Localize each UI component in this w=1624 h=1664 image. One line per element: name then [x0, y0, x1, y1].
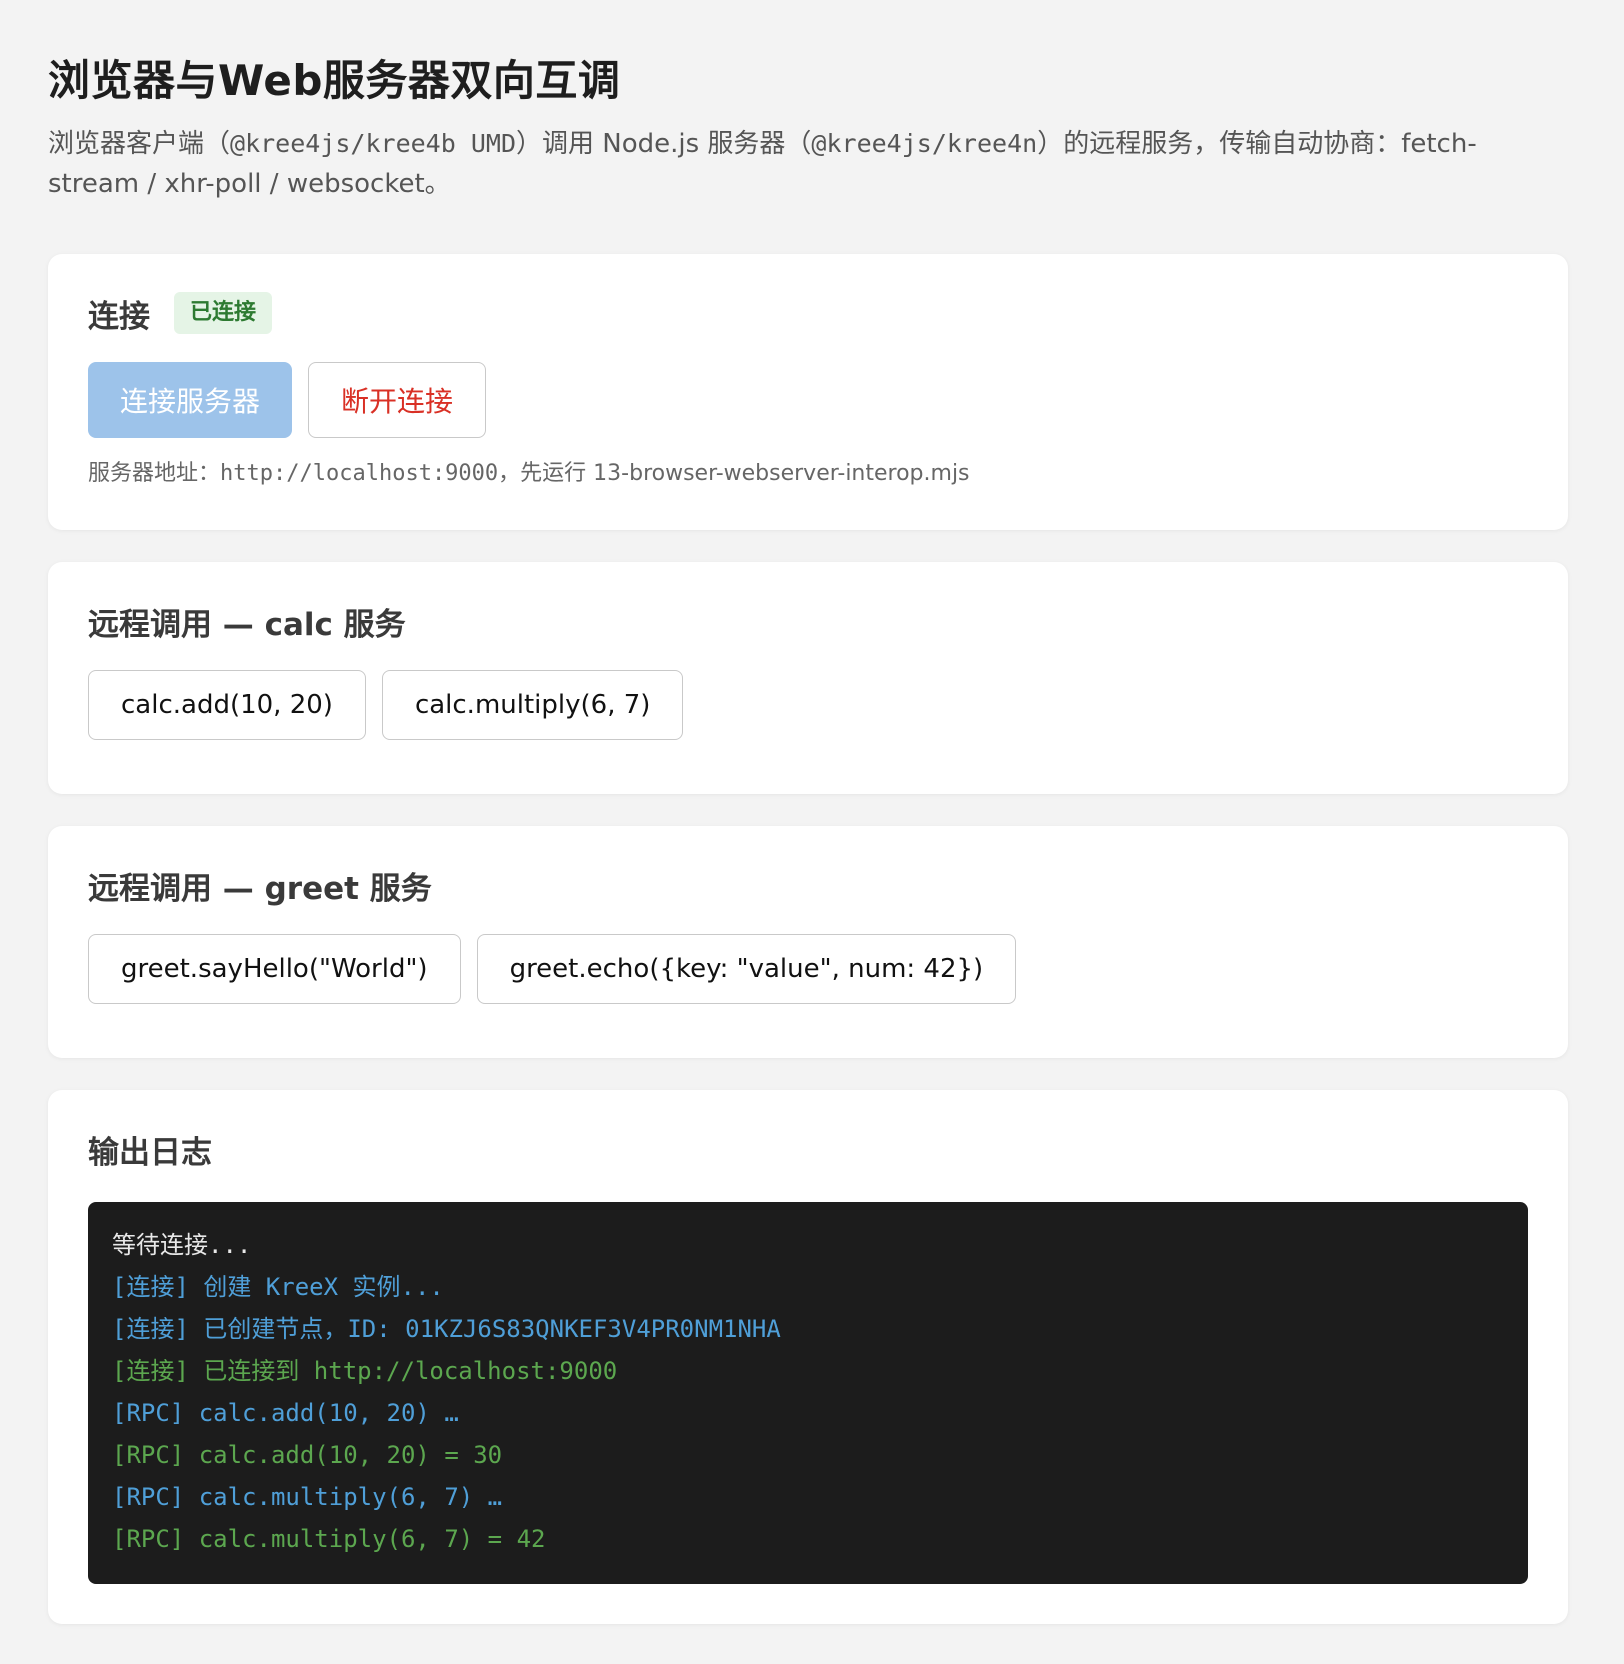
log-line: [连接] 创建 KreeX 实例... [112, 1273, 444, 1301]
log-title: 输出日志 [88, 1134, 212, 1171]
connection-title: 连接 [88, 298, 150, 335]
page: 浏览器与Web服务器双向互调 浏览器客户端（@kree4js/kree4b UM… [0, 0, 1624, 1624]
greet-title: 远程调用 — greet 服务 [88, 870, 432, 907]
greet-echo-button[interactable]: greet.echo({key: "value", num: 42}) [476, 934, 1017, 1004]
log-line: 等待连接... [112, 1231, 252, 1259]
log-line: [RPC] calc.multiply(6, 7) = 42 [112, 1525, 546, 1553]
calc-multiply-button[interactable]: calc.multiply(6, 7) [381, 670, 684, 740]
server-address-hint: 服务器地址：http://localhost:9000，先运行 13-brows… [88, 461, 970, 486]
connect-server-button[interactable]: 连接服务器 [88, 362, 293, 438]
log-line: [连接] 已连接到 http://localhost:9000 [112, 1357, 618, 1385]
calc-title: 远程调用 — calc 服务 [88, 606, 406, 643]
log-card: 输出日志 等待连接... [连接] 创建 KreeX 实例... [连接] 已创… [48, 1090, 1568, 1624]
log-line: [RPC] calc.add(10, 20) … [112, 1399, 459, 1427]
greet-card: 远程调用 — greet 服务 greet.sayHello("World") … [48, 826, 1568, 1058]
log-line: [RPC] calc.add(10, 20) = 30 [112, 1441, 503, 1469]
calc-add-button[interactable]: calc.add(10, 20) [88, 670, 366, 740]
greet-say-hello-button[interactable]: greet.sayHello("World") [88, 934, 461, 1004]
calc-card: 远程调用 — calc 服务 calc.add(10, 20) calc.mul… [48, 562, 1568, 794]
log-line: [RPC] calc.multiply(6, 7) … [112, 1483, 503, 1511]
server-url: http://localhost:9000 [220, 461, 499, 486]
disconnect-button[interactable]: 断开连接 [308, 362, 487, 438]
page-title: 浏览器与Web服务器双向互调 [48, 56, 621, 105]
status-badge: 已连接 [174, 292, 273, 334]
log-line: [连接] 已创建节点，ID: 01KZJ6S83QNKEF3V4PR0NM1NH… [112, 1315, 781, 1343]
page-subtitle: 浏览器客户端（@kree4js/kree4b UMD）调用 Node.js 服务… [48, 129, 1477, 199]
output-log[interactable]: 等待连接... [连接] 创建 KreeX 实例... [连接] 已创建节点，I… [88, 1202, 1528, 1584]
connection-card: 连接 已连接 连接服务器 断开连接 服务器地址：http://localhost… [48, 254, 1568, 530]
